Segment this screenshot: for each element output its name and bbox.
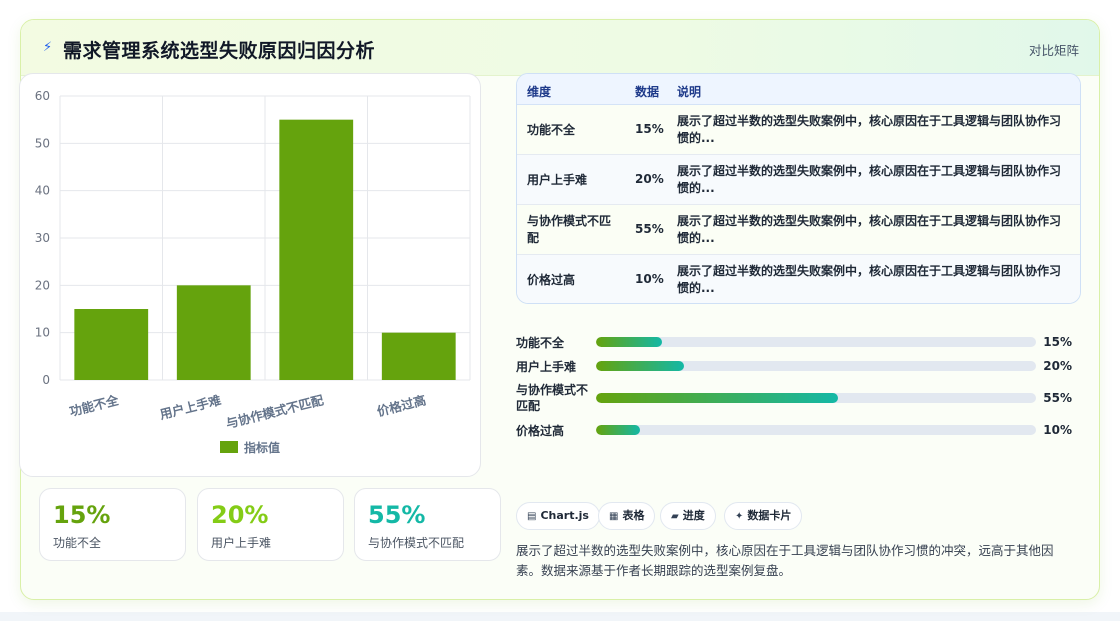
progress-label: 用户上手难 xyxy=(516,360,577,374)
column-header: 说明 xyxy=(677,85,702,99)
stat-card-1: 15% 功能不全 xyxy=(39,488,186,561)
bar-chart-panel: 0 10 20 30 40 50 60 功能不全 用户上手难 与协作模式不匹配 价格过高指标值 xyxy=(19,73,481,477)
y-tick-label: 60 xyxy=(35,89,50,103)
cell-data: 20% xyxy=(635,172,664,186)
column-header: 维度 xyxy=(527,85,552,99)
chip-data-card[interactable]: ✦ 数据卡片 xyxy=(724,502,803,530)
x-tick-label: 功能不全 xyxy=(68,392,121,419)
table-row: 用户上手难 20% 展示了超过半数的选型失败案例中，核心原因在于工具逻辑与团队协… xyxy=(517,155,1080,205)
x-tick-label: 与协作模式不匹配 xyxy=(224,392,325,431)
cell-data: 10% xyxy=(635,272,664,286)
progress-label: 与协作模式不匹配 xyxy=(516,383,589,413)
stat-card-2: 20% 用户上手难 xyxy=(197,488,344,561)
bar-chart: 0 10 20 30 40 50 60 功能不全 用户上手难 与协作模式不匹配 价格过高指标值 xyxy=(35,89,471,455)
bar xyxy=(74,309,149,380)
cell-dimension: 功能不全 xyxy=(527,123,576,137)
progress-fill xyxy=(596,393,838,403)
cell-description: 展示了超过半数的选型失败案例中，核心原因在于工具逻辑与团队协作习惯的... xyxy=(677,114,1062,145)
stat-card-3: 55% 与协作模式不匹配 xyxy=(354,488,501,561)
progress-row: 价格过高 10% xyxy=(516,422,1081,452)
cell-dimension: 与协作模式不匹配 xyxy=(527,214,612,245)
data-table: 维度 数据 说明 功能不全 15% 展示了超过半数的选型失败案例中，核心原因在于… xyxy=(516,73,1081,304)
progress-label: 价格过高 xyxy=(516,424,565,438)
bar xyxy=(176,285,251,380)
column-header: 数据 xyxy=(635,85,660,99)
progress-row: 与协作模式不匹配 55% xyxy=(516,382,1081,413)
chart-icon: ▤ xyxy=(527,511,537,522)
chip-progress[interactable]: ▰ 进度 xyxy=(660,502,716,530)
bar xyxy=(279,119,354,380)
table-row: 功能不全 15% 展示了超过半数的选型失败案例中，核心原因在于工具逻辑与团队协作… xyxy=(517,105,1080,155)
stat-label: 用户上手难 xyxy=(211,536,272,550)
bolt-icon: ⚡ xyxy=(43,40,53,55)
stat-value: 15% xyxy=(53,501,111,529)
legend-swatch xyxy=(220,441,238,453)
cell-description: 展示了超过半数的选型失败案例中，核心原因在于工具逻辑与团队协作习惯的... xyxy=(677,264,1062,295)
table-icon: ▦ xyxy=(609,511,619,522)
cell-dimension: 价格过高 xyxy=(527,273,576,287)
chip-chartjs[interactable]: ▤ Chart.js xyxy=(516,502,600,530)
progress-label: 功能不全 xyxy=(516,336,565,350)
table-header: 维度 数据 说明 xyxy=(517,74,1080,105)
progress-fill xyxy=(596,361,684,371)
x-tick-label: 价格过高 xyxy=(375,392,427,419)
chip-label: 表格 xyxy=(622,509,645,522)
y-tick-label: 30 xyxy=(35,231,50,245)
stat-label: 功能不全 xyxy=(53,536,102,550)
chip-label: 数据卡片 xyxy=(747,509,792,522)
chip-table[interactable]: ▦ 表格 xyxy=(598,502,656,530)
chip-label: Chart.js xyxy=(540,509,589,522)
bar xyxy=(381,332,456,380)
cell-data: 55% xyxy=(635,222,664,236)
progress-value: 20% xyxy=(1043,359,1072,373)
y-tick-label: 20 xyxy=(35,278,50,292)
cell-description: 展示了超过半数的选型失败案例中，核心原因在于工具逻辑与团队协作习惯的... xyxy=(677,164,1062,195)
x-tick-label: 用户上手难 xyxy=(157,392,223,422)
progress-fill xyxy=(596,425,640,435)
chip-label: 进度 xyxy=(682,509,705,522)
progress-track xyxy=(596,393,1036,403)
progress-icon: ▰ xyxy=(671,511,679,522)
progress-track xyxy=(596,425,1036,435)
cell-data: 15% xyxy=(635,122,664,136)
cell-description: 展示了超过半数的选型失败案例中，核心原因在于工具逻辑与团队协作习惯的... xyxy=(677,214,1062,245)
progress-value: 55% xyxy=(1043,391,1072,405)
progress-fill xyxy=(596,337,662,347)
cell-dimension: 用户上手难 xyxy=(527,173,588,187)
summary-text: 展示了超过半数的选型失败案例中，核心原因在于工具逻辑与团队协作习惯的冲突，远高于… xyxy=(516,543,1054,578)
y-tick-label: 10 xyxy=(35,326,50,340)
page-title: 需求管理系统选型失败原因归因分析 xyxy=(63,40,376,62)
table-row: 与协作模式不匹配 55% 展示了超过半数的选型失败案例中，核心原因在于工具逻辑与… xyxy=(517,205,1080,255)
progress-track xyxy=(596,361,1036,371)
table-row: 价格过高 10% 展示了超过半数的选型失败案例中，核心原因在于工具逻辑与团队协作… xyxy=(517,255,1080,303)
legend-label: 指标值 xyxy=(244,440,280,455)
progress-value: 10% xyxy=(1043,423,1072,437)
y-tick-label: 0 xyxy=(42,373,50,387)
y-tick-label: 40 xyxy=(35,184,50,198)
progress-value: 15% xyxy=(1043,335,1072,349)
stat-label: 与协作模式不匹配 xyxy=(368,536,465,550)
stat-value: 55% xyxy=(368,501,426,529)
view-mode-label: 对比矩阵 xyxy=(1028,43,1079,58)
card-header: ⚡ 需求管理系统选型失败原因归因分析 对比矩阵 xyxy=(21,20,1099,76)
sparkle-icon: ✦ xyxy=(735,511,744,522)
y-tick-label: 50 xyxy=(35,136,50,150)
stat-value: 20% xyxy=(211,501,269,529)
page-bottom-strip xyxy=(0,612,1120,621)
progress-track xyxy=(596,337,1036,347)
